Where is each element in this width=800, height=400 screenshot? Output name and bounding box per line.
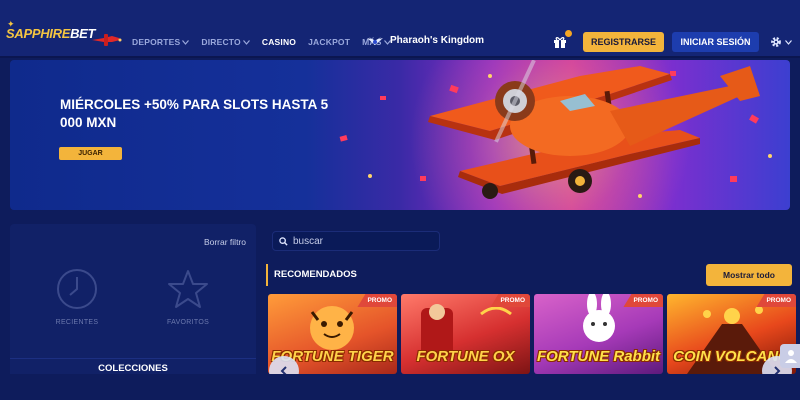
recent-label: RECIENTES — [55, 319, 99, 326]
login-button[interactable]: INICIAR SESIÓN — [672, 32, 759, 52]
game-carousel: PROMO FORTUNE TIGER PROMO FORTUNE OX PRO… — [268, 294, 800, 374]
logo[interactable]: ✦ SAPPHIRE BET — [6, 19, 95, 41]
nav-item-jackpot[interactable]: JACKPOT — [308, 37, 350, 47]
gear-icon — [771, 37, 781, 47]
star-icon — [168, 270, 208, 308]
clock-icon — [57, 269, 97, 309]
nav-item-deportes[interactable]: DEPORTES — [132, 37, 190, 47]
top-header: ✦ SAPPHIRE BET DEPORTES DIRECTO CASINO JA… — [0, 0, 800, 58]
game-title: FORTUNE OX — [416, 348, 515, 365]
game-card[interactable]: PROMO FORTUNE Rabbit — [534, 294, 663, 374]
clear-filter-link[interactable]: Borrar filtro — [204, 237, 246, 247]
search-box — [272, 231, 440, 251]
search-icon — [279, 236, 288, 246]
settings-button[interactable] — [770, 36, 792, 48]
notification-dot — [565, 30, 572, 37]
promo-banner[interactable]: MIÉRCOLES +50% PARA SLOTS HASTA 5 000 MX… — [10, 60, 790, 210]
sparkle-icon: ✦ — [7, 19, 15, 29]
main-nav: DEPORTES DIRECTO CASINO JACKPOT MÁS — [132, 37, 403, 47]
recent-shortcut[interactable]: RECIENTES — [37, 268, 117, 326]
logo-part1: SAPPHIRE — [6, 26, 71, 41]
favorites-label: FAVORITOS — [166, 319, 210, 326]
chevron-down-icon — [242, 39, 250, 45]
winged-emblem-icon — [367, 36, 383, 45]
search-input[interactable] — [293, 235, 433, 247]
game-card[interactable]: PROMO FORTUNE OX — [401, 294, 530, 374]
gift-icon — [554, 37, 566, 48]
nav-item-directo[interactable]: DIRECTO — [201, 37, 250, 47]
user-support-icon — [785, 350, 797, 363]
nav-label: JACKPOT — [308, 37, 351, 47]
page-bottom — [0, 374, 800, 400]
biplane-illustration — [339, 60, 772, 199]
chevron-down-icon — [182, 39, 190, 45]
featured-game-link[interactable]: Pharaoh's Kingdom — [366, 35, 484, 46]
section-title-recommended: RECOMENDADOS — [266, 264, 357, 286]
banner-title: MIÉRCOLES +50% PARA SLOTS HASTA 5 000 MX… — [60, 97, 329, 130]
aviator-plane-icon[interactable] — [90, 33, 122, 47]
nav-label: CASINO — [261, 37, 297, 47]
play-button[interactable]: JUGAR — [59, 147, 122, 160]
register-button[interactable]: REGISTRARSE — [583, 32, 664, 52]
featured-game-label: Pharaoh's Kingdom — [390, 35, 485, 46]
nav-item-casino[interactable]: CASINO — [262, 37, 296, 47]
support-button[interactable] — [780, 344, 800, 368]
game-title: FORTUNE Rabbit — [536, 348, 661, 365]
chevron-down-icon — [785, 39, 792, 45]
show-all-button[interactable]: Mostrar todo — [706, 264, 792, 286]
gift-button[interactable] — [550, 30, 572, 51]
nav-label: DEPORTES — [132, 37, 181, 47]
favorites-shortcut[interactable]: FAVORITOS — [148, 268, 228, 326]
nav-label: DIRECTO — [201, 37, 241, 47]
